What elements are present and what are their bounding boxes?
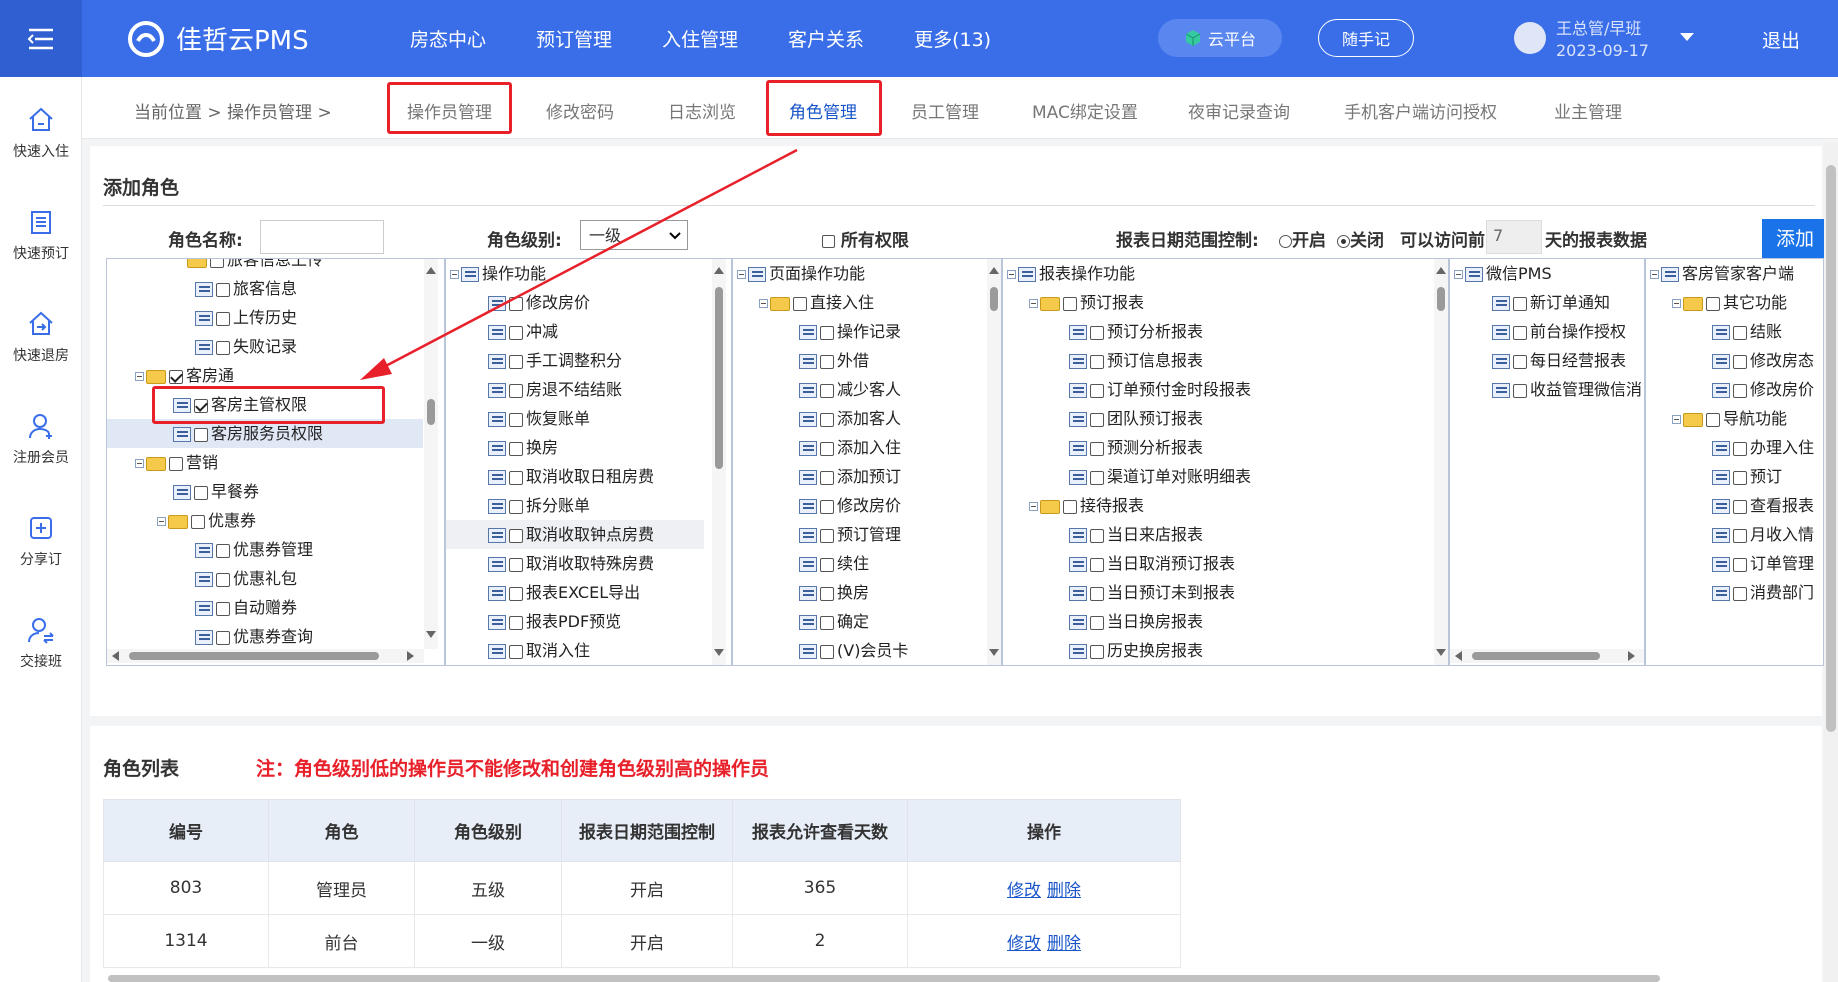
- edit-link[interactable]: 修改: [1007, 881, 1041, 901]
- col-date-control: 报表日期范围控制: [561, 799, 733, 862]
- cell-date-control: 开启: [561, 861, 733, 915]
- delete-link[interactable]: 删除: [1047, 934, 1081, 954]
- cell-actions: 修改 删除: [907, 914, 1181, 968]
- delete-link[interactable]: 删除: [1047, 881, 1081, 901]
- cell-role: 管理员: [268, 861, 415, 915]
- page-horizontal-scroll-thumb[interactable]: [108, 975, 1660, 982]
- cell-actions: 修改 删除: [907, 861, 1181, 915]
- table-header-row: 编号 角色 角色级别 报表日期范围控制 报表允许查看天数 操作: [103, 799, 1181, 862]
- col-level: 角色级别: [414, 799, 562, 862]
- cell-role: 前台: [268, 914, 415, 968]
- cell-id: 1314: [103, 914, 269, 968]
- col-actions: 操作: [907, 799, 1181, 862]
- role-table: 编号 角色 角色级别 报表日期范围控制 报表允许查看天数 操作 803 管理员 …: [103, 799, 1181, 968]
- role-list-note: 注：角色级别低的操作员不能修改和创建角色级别高的操作员: [256, 758, 770, 780]
- cell-id: 803: [103, 861, 269, 915]
- cell-level: 一级: [414, 914, 562, 968]
- col-view-days: 报表允许查看天数: [732, 799, 908, 862]
- cell-date-control: 开启: [561, 914, 733, 968]
- table-row: 803 管理员 五级 开启 365 修改 删除: [103, 861, 1181, 915]
- cell-level: 五级: [414, 861, 562, 915]
- cell-view-days: 2: [732, 914, 908, 968]
- col-id: 编号: [103, 799, 269, 862]
- cell-view-days: 365: [732, 861, 908, 915]
- table-row: 1314 前台 一级 开启 2 修改 删除: [103, 914, 1181, 968]
- col-role: 角色: [268, 799, 415, 862]
- edit-link[interactable]: 修改: [1007, 934, 1041, 954]
- page-vertical-scroll-thumb[interactable]: [1826, 165, 1836, 732]
- role-list-title: 角色列表: [103, 758, 180, 780]
